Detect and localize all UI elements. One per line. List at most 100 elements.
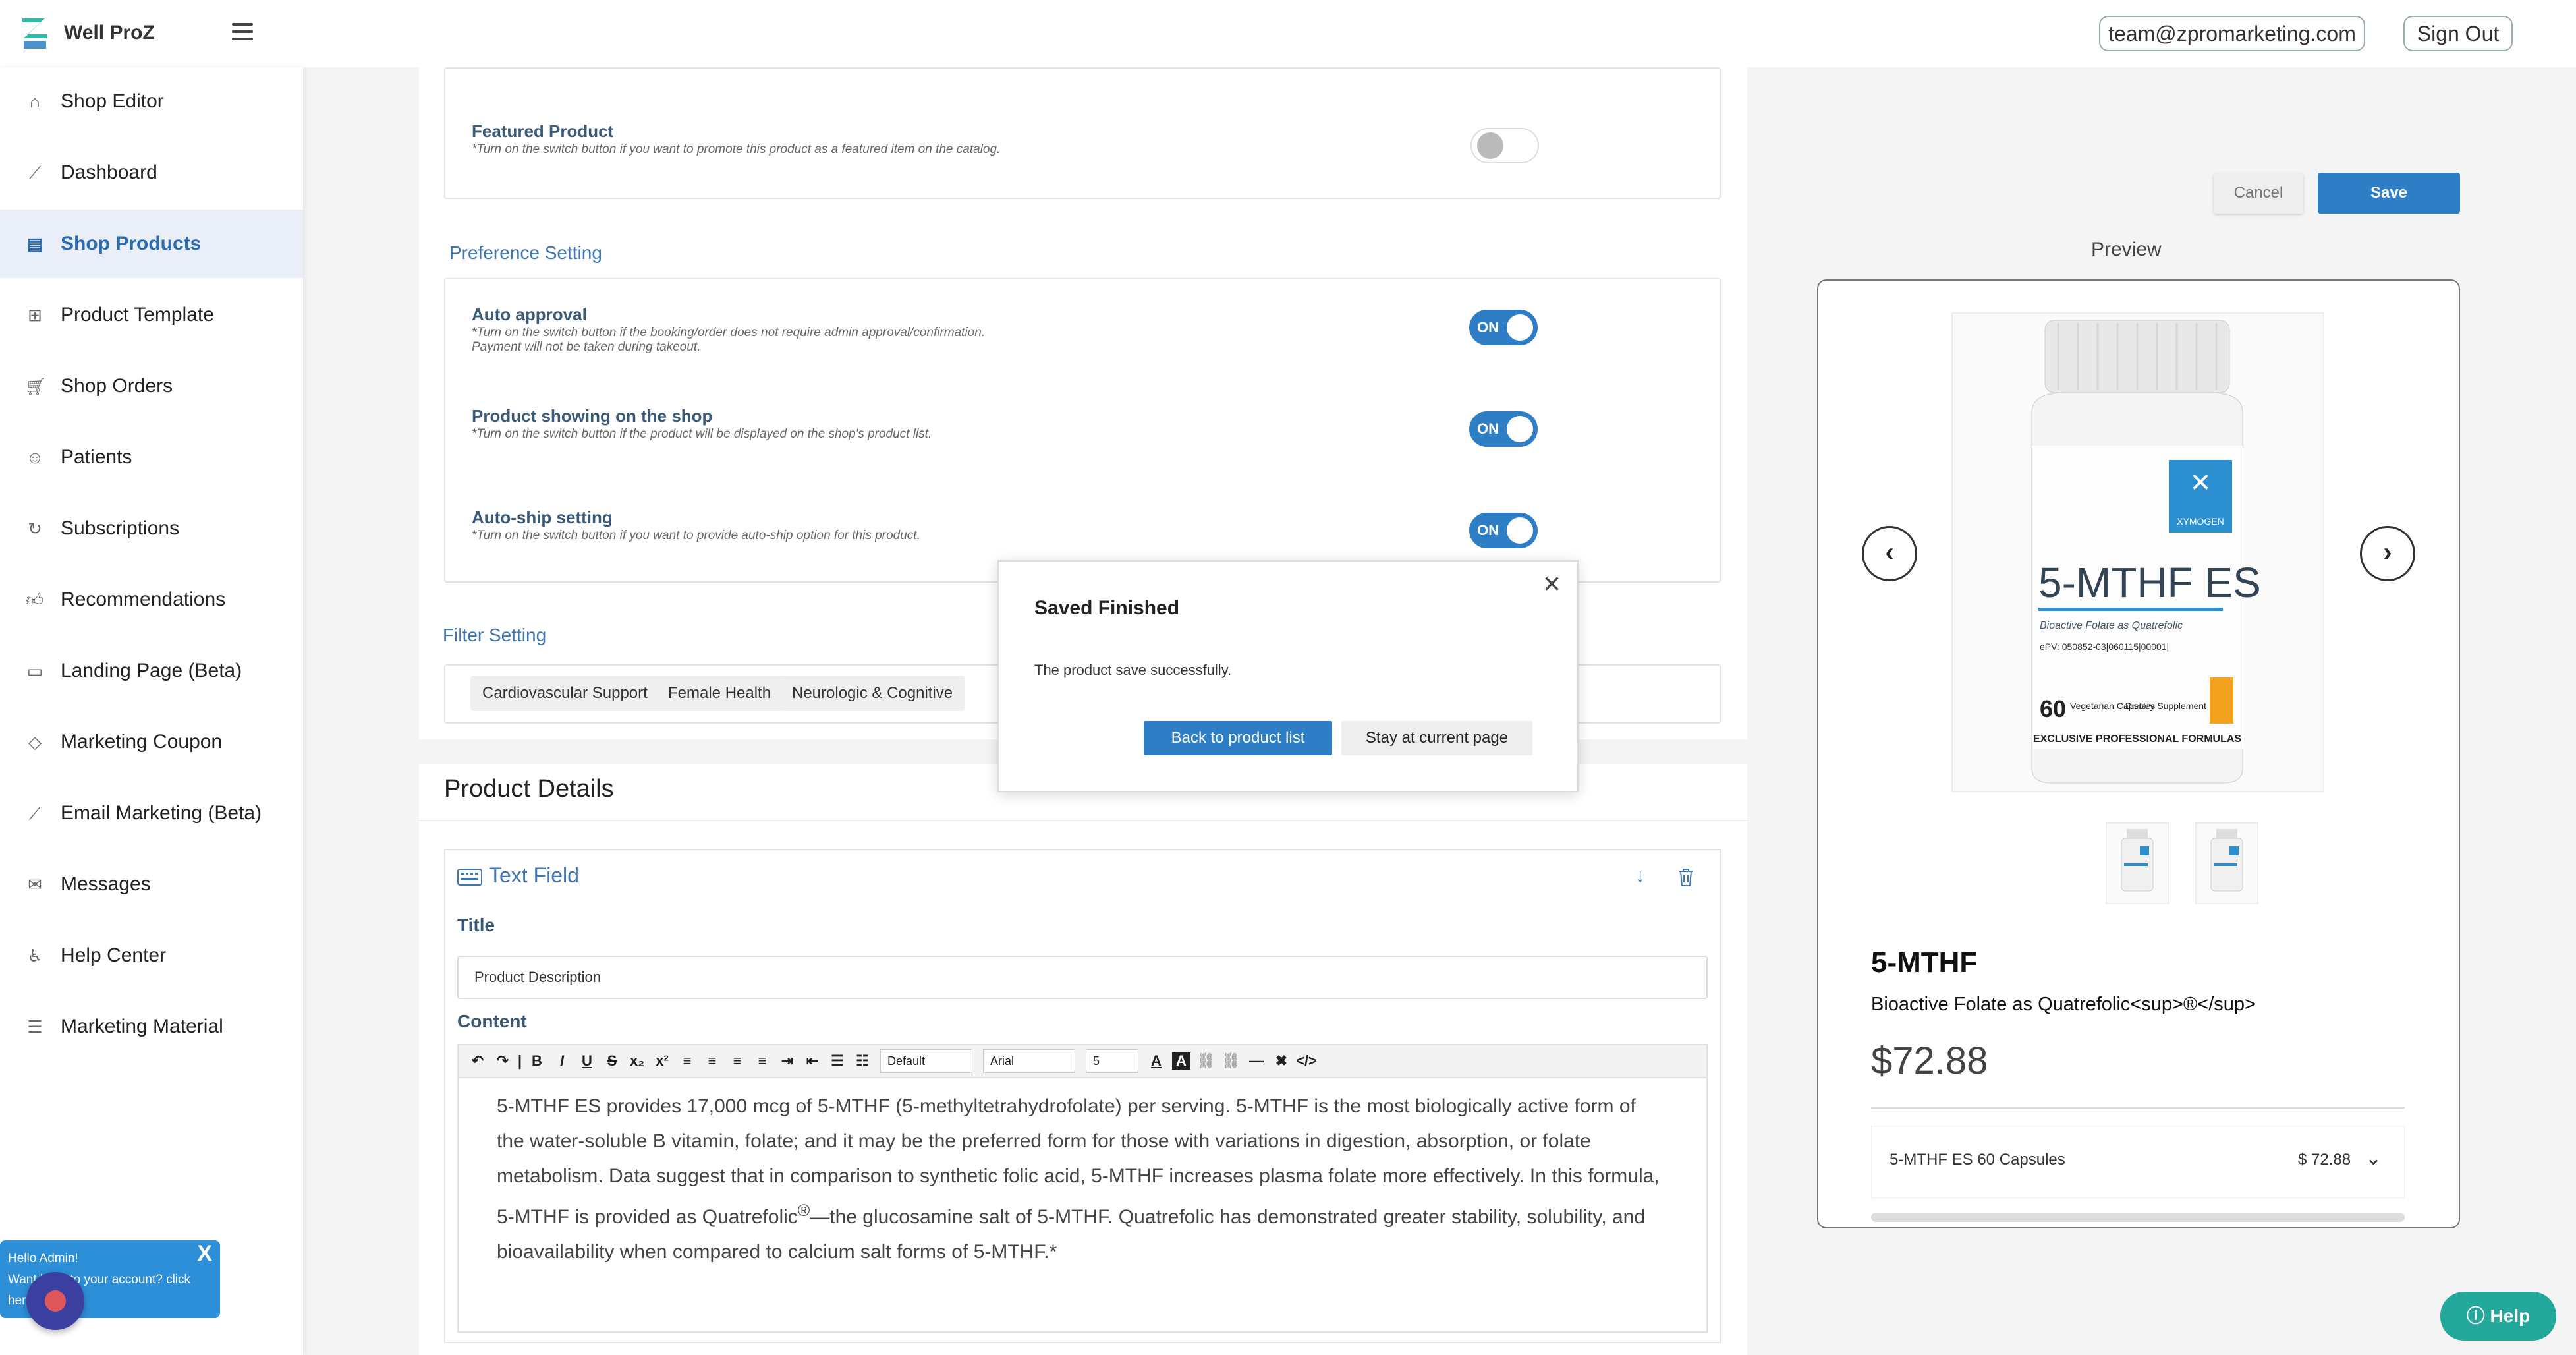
sidebar-item-label: Subscriptions — [61, 517, 180, 539]
filter-tag[interactable]: Female Health — [656, 676, 783, 711]
save-button[interactable]: Save — [2318, 173, 2460, 214]
sidebar-item-label: Product Template — [61, 304, 214, 326]
bold-icon[interactable]: B — [524, 1052, 549, 1070]
filter-tag[interactable]: Neurologic & Cognitive — [780, 676, 965, 711]
showing-toggle[interactable]: ON — [1469, 411, 1538, 447]
sidebar-item-marketing-material[interactable]: ☰ Marketing Material — [0, 993, 303, 1061]
cancel-button[interactable]: Cancel — [2214, 173, 2303, 214]
sign-out-button[interactable]: Sign Out — [2403, 16, 2513, 51]
horizontal-rule-icon[interactable]: — — [1244, 1052, 1269, 1070]
sidebar-item-recommendations[interactable]: 👍︎ Recommendations — [0, 565, 303, 634]
italic-icon[interactable]: I — [549, 1052, 574, 1070]
align-left-icon[interactable]: ≡ — [675, 1052, 700, 1070]
content-sup: ® — [797, 1201, 810, 1220]
sidebar: ⌂ Shop Editor ⟋ Dashboard ▤ Shop Products ⊞… — [0, 67, 303, 1355]
next-image-button[interactable]: › — [2360, 526, 2415, 581]
sidebar-item-label: Landing Page (Beta) — [61, 660, 242, 681]
content-editor[interactable]: 5-MTHF ES provides 17,000 mcg of 5-MTHF … — [457, 1078, 1708, 1333]
sidebar-item-patients[interactable]: ☺ Patients — [0, 423, 303, 492]
tag-icon: ◇ — [28, 732, 42, 752]
sidebar-item-landing-page[interactable]: ▭ Landing Page (Beta) — [0, 637, 303, 705]
sidebar-item-product-template[interactable]: ⊞ Product Template — [0, 281, 303, 349]
underline-icon[interactable]: U — [574, 1052, 600, 1070]
sidebar-item-subscriptions[interactable]: ↻ Subscriptions — [0, 494, 303, 563]
background-color-icon[interactable]: A — [1172, 1052, 1190, 1070]
sidebar-item-messages[interactable]: ✉ Messages — [0, 850, 303, 919]
indent-icon[interactable]: ⇥ — [775, 1052, 800, 1070]
font-select[interactable]: Arial — [983, 1049, 1075, 1073]
trash-icon[interactable] — [1677, 867, 1694, 887]
previous-image-button[interactable]: ‹ — [1862, 526, 1917, 581]
code-view-icon[interactable]: </> — [1294, 1052, 1319, 1070]
clipboard-icon: ▤ — [26, 234, 43, 254]
bullet-list-icon[interactable]: ☰ — [825, 1052, 850, 1070]
auto-approval-toggle[interactable]: ON — [1469, 310, 1538, 345]
help-label: Help — [2490, 1306, 2531, 1326]
thumbnail-image[interactable] — [2106, 822, 2169, 904]
sidebar-item-shop-editor[interactable]: ⌂ Shop Editor — [0, 67, 303, 136]
size-select[interactable]: 5 — [1086, 1049, 1138, 1073]
brand-name[interactable]: Well ProZ — [64, 20, 155, 46]
featured-toggle[interactable] — [1470, 128, 1539, 163]
preview-product-subtitle: Bioactive Folate as Quatrefolic<sup>®</s… — [1871, 994, 2256, 1015]
superscript-icon[interactable]: x² — [650, 1052, 675, 1070]
record-button[interactable] — [26, 1272, 84, 1330]
sidebar-item-label: Messages — [61, 873, 151, 895]
thumbnail-image[interactable] — [2195, 822, 2258, 904]
keyboard-icon — [457, 869, 482, 886]
refresh-icon: ↻ — [28, 519, 42, 538]
strikethrough-icon[interactable]: S — [600, 1052, 625, 1070]
stay-button[interactable]: Stay at current page — [1341, 721, 1532, 755]
preview-scrollbar[interactable] — [1871, 1213, 2405, 1222]
filter-tag[interactable]: Cardiovascular Support — [470, 676, 659, 711]
format-select[interactable]: Default — [880, 1049, 972, 1073]
undo-icon[interactable]: ↶ — [465, 1052, 490, 1070]
sidebar-item-shop-products[interactable]: ▤ Shop Products — [0, 210, 303, 278]
sidebar-item-label: Email Marketing (Beta) — [61, 802, 262, 824]
toggle-label: ON — [1477, 319, 1499, 335]
outdent-icon[interactable]: ⇤ — [800, 1052, 825, 1070]
align-right-icon[interactable]: ≡ — [725, 1052, 750, 1070]
autoship-toggle[interactable]: ON — [1469, 513, 1538, 548]
cart-icon: 🛒︎ — [25, 376, 47, 396]
users-icon: ☺ — [26, 447, 44, 467]
divider — [1871, 1107, 2405, 1109]
chevron-down-icon[interactable]: ⌄ — [2365, 1147, 2382, 1170]
toggle-label: ON — [1477, 420, 1499, 437]
help-button[interactable]: ⓘ Help — [2440, 1292, 2556, 1341]
subscript-icon[interactable]: x₂ — [625, 1052, 650, 1070]
sidebar-item-label: Help Center — [61, 944, 167, 966]
unlink-icon[interactable]: ⛓︎ — [1219, 1052, 1244, 1070]
menu-toggle-icon[interactable] — [232, 23, 253, 40]
align-center-icon[interactable]: ≡ — [700, 1052, 725, 1070]
clear-format-icon[interactable]: ✖ — [1269, 1052, 1294, 1070]
font-color-icon[interactable]: A — [1144, 1052, 1169, 1070]
svg-text:Bioactive Folate as Quatrefoli: Bioactive Folate as Quatrefolic — [2040, 620, 2183, 631]
numbered-list-icon[interactable]: ☷ — [850, 1052, 875, 1070]
logo-icon[interactable] — [18, 14, 51, 53]
close-icon[interactable]: × — [1543, 565, 1561, 601]
title-input[interactable]: Product Description — [457, 956, 1708, 999]
sidebar-item-email-marketing[interactable]: ⟋ Email Marketing (Beta) — [0, 779, 303, 848]
title-label: Title — [457, 915, 495, 935]
sidebar-item-label: Dashboard — [61, 161, 157, 183]
redo-icon[interactable]: ↷ — [490, 1052, 515, 1070]
filter-heading: Filter Setting — [443, 625, 547, 645]
preview-product-price: $72.88 — [1871, 1039, 1988, 1082]
account-email-button[interactable]: team@zpromarketing.com — [2099, 16, 2365, 51]
featured-title: Featured Product — [472, 121, 614, 141]
back-to-list-button[interactable]: Back to product list — [1144, 721, 1332, 755]
sidebar-item-shop-orders[interactable]: 🛒︎ Shop Orders — [0, 352, 303, 420]
mail-icon: ✉ — [28, 875, 42, 894]
file-plus-icon: ⊞ — [28, 305, 42, 325]
align-justify-icon[interactable]: ≡ — [750, 1052, 775, 1070]
sidebar-item-label: Shop Products — [61, 233, 202, 254]
product-bottle-image: ✕ XYMOGEN 5-MTHF ES Bioactive Folate as … — [2031, 320, 2261, 784]
toast-close-button[interactable]: X — [197, 1242, 212, 1265]
sidebar-item-marketing-coupon[interactable]: ◇ Marketing Coupon — [0, 708, 303, 776]
arrow-down-icon[interactable]: ↓ — [1635, 865, 1645, 887]
sidebar-item-dashboard[interactable]: ⟋ Dashboard — [0, 138, 303, 207]
link-icon[interactable]: ⛓︎ — [1194, 1052, 1219, 1070]
thumbs-up-icon: 👍︎ — [26, 590, 44, 610]
sidebar-item-help-center[interactable]: ♿︎ Help Center — [0, 921, 303, 990]
